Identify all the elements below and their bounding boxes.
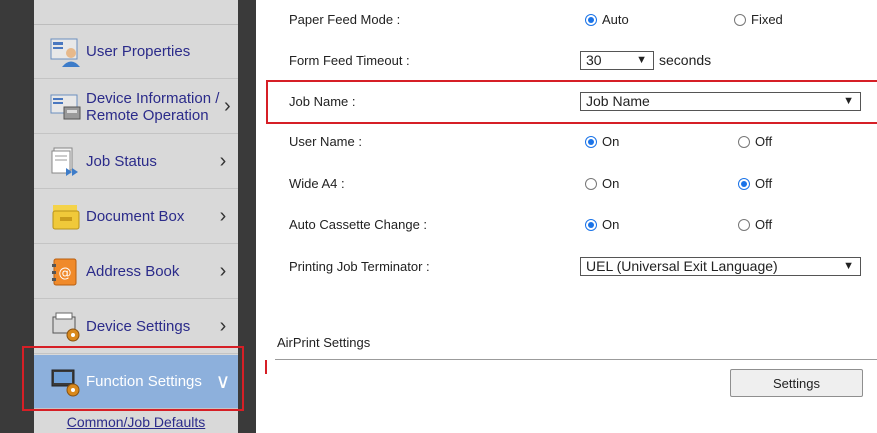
radio-label: On — [602, 134, 620, 149]
form-feed-timeout-unit: seconds — [659, 52, 712, 68]
printing-job-terminator-select[interactable]: UEL (Universal Exit Language) ▼ — [580, 257, 861, 276]
address-book-icon: @ — [52, 258, 77, 285]
wide-a4-on-radio[interactable]: On — [585, 176, 619, 191]
radio-label: Off — [755, 134, 773, 149]
sidebar-item-document-box[interactable]: Document Box › — [34, 190, 238, 244]
sidebar-item-label: Device Information / Remote Operation — [86, 89, 220, 124]
svg-text:@: @ — [59, 266, 72, 281]
sidebar-item-label: Document Box — [86, 208, 185, 225]
sidebar-item-label: User Properties — [86, 43, 191, 60]
device-settings-icon — [52, 312, 80, 341]
sidebar-item-user-properties[interactable]: User Properties — [34, 25, 238, 79]
device-information-icon — [50, 94, 81, 119]
radio-unselected-icon — [738, 218, 750, 231]
radio-label: Fixed — [751, 12, 783, 27]
chevron-down-icon: ▼ — [843, 95, 854, 107]
chevron-right-icon: › — [223, 95, 231, 117]
sidebar-item-device-information[interactable]: Device Information / Remote Operation › — [34, 80, 238, 134]
auto-cassette-change-label: Auto Cassette Change : — [289, 217, 428, 232]
radio-label: Off — [755, 176, 773, 191]
radio-label: On — [602, 217, 620, 232]
radio-unselected-icon — [585, 177, 597, 190]
chevron-right-icon: › — [219, 150, 227, 172]
paper-feed-mode-auto-radio[interactable]: Auto — [585, 12, 629, 27]
left-frame — [0, 0, 34, 433]
radio-label: Off — [755, 217, 773, 232]
center-frame — [238, 0, 256, 433]
sidebar-subitem-common-job-defaults[interactable]: Common/Job Defaults — [34, 414, 238, 430]
sidebar-item-label: Function Settings — [86, 373, 202, 390]
chevron-right-icon: › — [219, 260, 227, 282]
paper-feed-mode-fixed-radio[interactable]: Fixed — [734, 12, 783, 27]
document-box-icon — [52, 204, 80, 229]
auto-cassette-change-on-radio[interactable]: On — [585, 217, 619, 232]
wide-a4-off-radio[interactable]: Off — [738, 176, 772, 191]
user-name-on-radio[interactable]: On — [585, 134, 619, 149]
user-name-label: User Name : — [289, 134, 362, 149]
select-value: 30 — [586, 52, 602, 68]
chevron-right-icon: › — [219, 205, 227, 227]
airprint-divider — [275, 359, 877, 360]
radio-selected-icon — [585, 218, 597, 231]
radio-label: On — [602, 176, 620, 191]
sidebar-item-label: Job Status — [86, 153, 157, 170]
form-feed-timeout-label: Form Feed Timeout : — [289, 53, 410, 68]
chevron-down-icon: ▼ — [843, 260, 854, 272]
sidebar-item-function-settings[interactable]: Function Settings ∨ — [34, 355, 238, 409]
job-name-select[interactable]: Job Name ▼ — [580, 92, 861, 111]
sidebar-item-label: Address Book — [86, 263, 180, 280]
sidebar-item-device-settings[interactable]: Device Settings › — [34, 300, 238, 354]
sidebar-nav: User Properties Device Information / Rem… — [34, 0, 238, 433]
chevron-down-icon: ∨ — [215, 371, 231, 393]
chevron-down-icon: ▼ — [636, 54, 647, 66]
radio-unselected-icon — [734, 13, 746, 26]
sidebar-item-job-status[interactable]: Job Status › — [34, 135, 238, 189]
paper-feed-mode-label: Paper Feed Mode : — [289, 12, 401, 27]
select-value: UEL (Universal Exit Language) — [586, 258, 778, 274]
user-name-off-radio[interactable]: Off — [738, 134, 772, 149]
function-settings-icon — [51, 369, 80, 396]
airprint-settings-button[interactable]: Settings — [730, 369, 863, 397]
radio-label: Auto — [602, 12, 629, 27]
radio-selected-icon — [585, 135, 597, 148]
airprint-settings-heading: AirPrint Settings — [277, 335, 371, 350]
printing-job-terminator-label: Printing Job Terminator : — [289, 259, 430, 274]
select-value: Job Name — [586, 93, 650, 109]
radio-selected-icon — [738, 177, 750, 190]
highlight-marker — [265, 360, 267, 374]
chevron-right-icon: › — [219, 315, 227, 337]
user-properties-icon — [50, 38, 80, 67]
radio-unselected-icon — [738, 135, 750, 148]
sidebar-item-label: Device Settings — [86, 318, 191, 335]
radio-selected-icon — [585, 13, 597, 26]
job-status-icon — [51, 147, 78, 176]
auto-cassette-change-off-radio[interactable]: Off — [738, 217, 772, 232]
form-feed-timeout-select[interactable]: 30 ▼ — [580, 51, 654, 70]
job-name-label: Job Name : — [289, 94, 356, 109]
wide-a4-label: Wide A4 : — [289, 176, 345, 191]
sidebar-item-address-book[interactable]: @ Address Book › — [34, 245, 238, 299]
